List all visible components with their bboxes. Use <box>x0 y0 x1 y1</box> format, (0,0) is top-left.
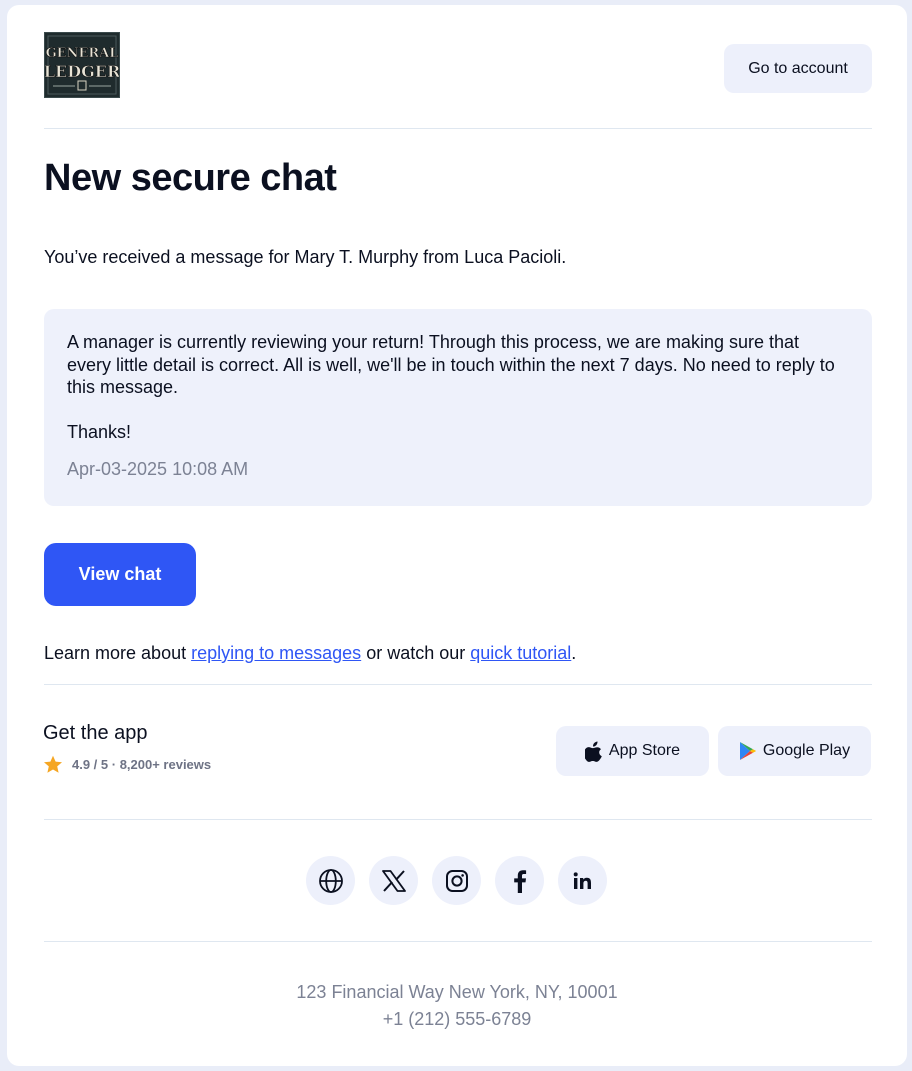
get-app-heading: Get the app <box>43 722 148 744</box>
intro-text: You’ve received a message for Mary T. Mu… <box>44 247 567 267</box>
learn-more-text: Learn more about replying to messages or… <box>44 643 576 664</box>
google-play-button[interactable]: Google Play <box>718 726 871 776</box>
svg-text:GENERAL: GENERAL <box>46 46 119 61</box>
logo-text-line1: GENERAL <box>45 97 46 98</box>
x-icon <box>381 869 406 892</box>
learn-more-prefix: Learn more about <box>44 643 192 663</box>
facebook-link[interactable] <box>495 856 544 905</box>
facebook-icon <box>513 869 526 893</box>
social-links <box>306 856 607 905</box>
apple-icon <box>584 741 603 762</box>
google-play-icon <box>739 741 757 761</box>
content-divider <box>44 684 872 685</box>
logo-text-line2: LEDGER <box>45 97 46 98</box>
general-ledger-logo: GENERAL LEDGER GENERAL LEDGER <box>44 32 120 98</box>
footer-address: 123 Financial Way New York, NY, 10001 <box>296 982 618 1002</box>
app-divider <box>44 819 872 820</box>
rating-text: 4.9 / 5 · 8,200+ reviews <box>72 757 212 772</box>
footer-contact: 123 Financial Way New York, NY, 10001 +1… <box>7 979 907 1033</box>
linkedin-link[interactable] <box>558 856 607 905</box>
page-title: New secure chat <box>44 157 337 199</box>
learn-more-suffix: . <box>571 643 577 663</box>
learn-more-middle: or watch our <box>361 643 471 663</box>
x-link[interactable] <box>369 856 418 905</box>
app-store-label: App Store <box>608 742 681 759</box>
globe-icon <box>318 868 343 893</box>
instagram-icon <box>445 869 468 892</box>
quick-tutorial-link[interactable]: quick tutorial <box>470 643 571 663</box>
view-chat-button[interactable]: View chat <box>44 543 196 606</box>
app-store-button[interactable]: App Store <box>556 726 709 776</box>
message-timestamp: Apr-03-2025 10:08 AM <box>67 458 249 479</box>
star-icon <box>43 755 63 774</box>
header-divider <box>44 128 872 129</box>
email-card: GENERAL LEDGER GENERAL LEDGER Go to acco… <box>7 5 907 1066</box>
app-rating: 4.9 / 5 · 8,200+ reviews <box>43 755 211 774</box>
replying-to-messages-link[interactable]: replying to messages <box>191 643 361 663</box>
website-link[interactable] <box>306 856 355 905</box>
message-preview: A manager is currently reviewing your re… <box>44 309 872 506</box>
footer-phone: +1 (212) 555-6789 <box>382 1009 532 1029</box>
message-signoff: Thanks! <box>67 421 132 442</box>
google-play-label: Google Play <box>762 742 851 759</box>
linkedin-icon <box>573 871 591 889</box>
social-divider <box>44 941 872 942</box>
instagram-link[interactable] <box>432 856 481 905</box>
svg-text:LEDGER: LEDGER <box>45 62 119 81</box>
message-body: A manager is currently reviewing your re… <box>67 332 835 397</box>
go-to-account-button[interactable]: Go to account <box>724 44 872 93</box>
